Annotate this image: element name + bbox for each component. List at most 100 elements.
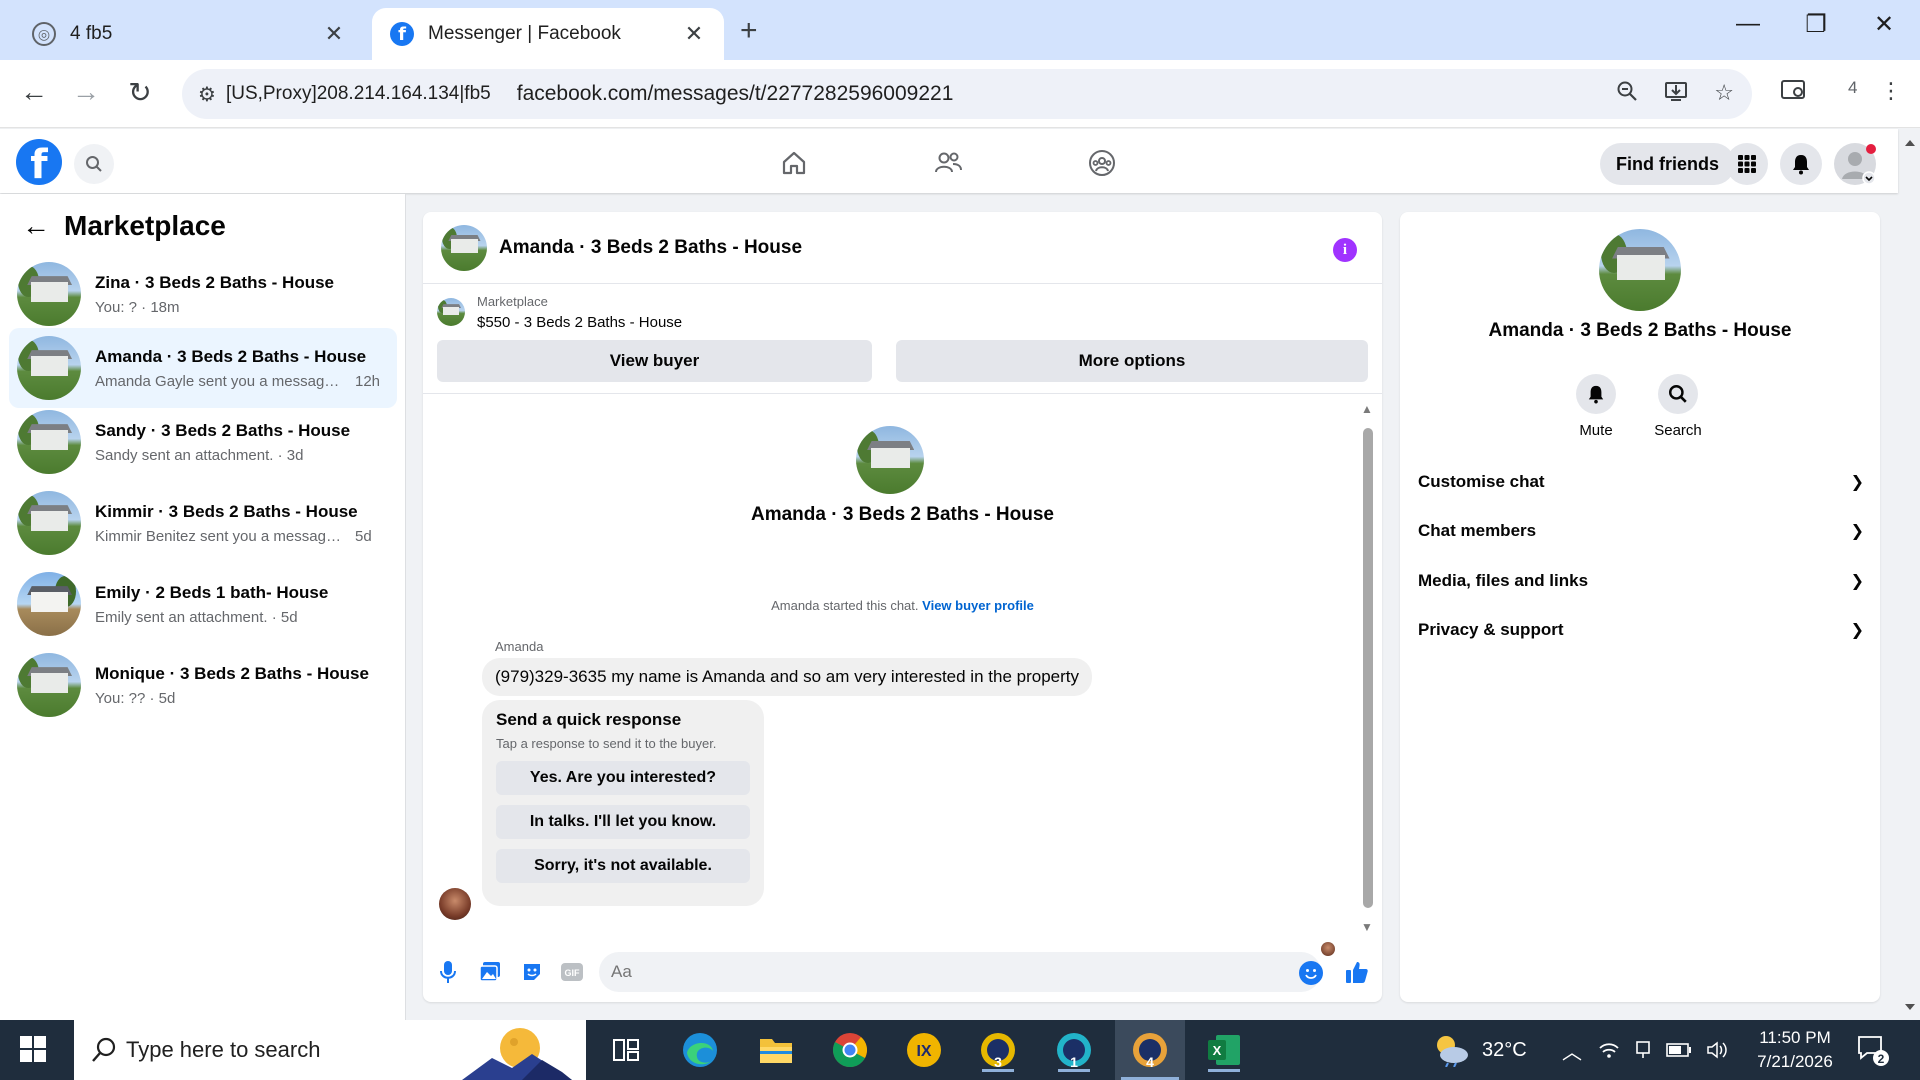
browser-tab-fb5[interactable]: ◎ 4 fb5 ✕ [14,8,364,60]
emoji-icon[interactable] [1299,961,1323,985]
menu-grid-icon[interactable] [1726,143,1768,185]
browser-tab-messenger[interactable]: f Messenger | Facebook ✕ [372,8,724,60]
thumbs-up-icon[interactable] [1343,959,1371,985]
chat-started-note: Amanda started this chat. View buyer pro… [423,598,1382,613]
quick-response-not-available-button[interactable]: Sorry, it's not available. [496,849,750,883]
photo-icon[interactable] [477,959,503,985]
quick-response-yes-button[interactable]: Yes. Are you interested? [496,761,750,795]
chat-info-panel: Amanda · 3 Beds 2 Baths - House Mute Sea… [1400,212,1880,1002]
search-in-chat-button[interactable]: Search [1648,374,1708,439]
conversation-preview: Sandy sent an attachment. · 3d [95,446,304,464]
media-files-links-section[interactable]: Media, files and links ❯ [1418,559,1864,603]
listing-thumbnail [17,336,81,400]
show-hidden-icons-chevron-icon[interactable]: ︿ [1562,1036,1582,1065]
back-arrow-icon[interactable]: ← [22,210,50,242]
chat-members-section[interactable]: Chat members ❯ [1418,509,1864,553]
wifi-icon[interactable] [1598,1040,1620,1060]
friends-icon[interactable] [928,143,968,183]
excel-icon[interactable]: X [1202,1028,1246,1072]
svg-text:IX: IX [916,1043,931,1060]
find-friends-button[interactable]: Find friends [1600,143,1735,185]
windows-start-icon[interactable] [20,1036,48,1064]
scroll-thumb[interactable] [1363,428,1373,908]
notifications-bell-icon[interactable] [1780,143,1822,185]
home-icon[interactable] [774,143,814,183]
section-label: Chat members [1418,521,1537,540]
profile-browser-icon-3[interactable]: 4 [1115,1020,1185,1080]
chat-title[interactable]: Amanda · 3 Beds 2 Baths - House [499,237,802,259]
running-indicator [982,1069,1014,1072]
taskbar-clock[interactable]: 11:50 PM 7/21/2026 [1740,1026,1850,1074]
reload-icon[interactable]: ↻ [120,76,160,109]
edge-browser-icon[interactable] [678,1028,722,1072]
intro-name: Amanda · 3 Beds 2 Baths - House [750,504,1055,525]
search-icon [92,1037,116,1062]
sticker-icon[interactable] [519,959,545,985]
scroll-down-icon[interactable]: ▼ [1361,920,1373,934]
profile-browser-icon-2[interactable]: 1 [1052,1028,1096,1072]
conversation-item-sandy[interactable]: Sandy · 3 Beds 2 Baths - House Sandy sen… [9,402,397,482]
file-explorer-icon[interactable] [754,1028,798,1072]
customise-chat-section[interactable]: Customise chat ❯ [1418,460,1864,504]
listing-title[interactable]: $550 - 3 Beds 2 Baths - House [477,314,682,331]
section-label: Media, files and links [1418,571,1589,590]
network-icon[interactable] [1634,1040,1652,1060]
browser-menu-icon[interactable]: ⋮ [1880,78,1902,104]
privacy-support-section[interactable]: Privacy & support ❯ [1418,608,1864,652]
url-text[interactable]: facebook.com/messages/t/2277282596009221 [517,82,954,106]
profile-avatar[interactable] [1834,143,1876,185]
sender-avatar[interactable] [439,888,471,920]
install-app-icon[interactable] [1664,80,1688,108]
facebook-favicon-icon: f [390,22,414,46]
notification-center-icon[interactable]: 2 [1856,1020,1890,1080]
zoom-icon[interactable] [1616,80,1638,108]
view-buyer-button[interactable]: View buyer [437,340,872,382]
bookmark-star-icon[interactable]: ☆ [1714,80,1734,108]
chat-avatar[interactable] [441,224,487,271]
close-tab-icon[interactable]: ✕ [322,21,346,47]
gif-icon[interactable]: GIF [559,959,585,985]
weather-widget[interactable]: 32°C [1432,1020,1527,1080]
minimize-icon[interactable]: — [1728,10,1768,38]
address-bar[interactable]: ⚙ [US,Proxy]208.214.164.134|fb5 facebook… [182,69,1752,119]
mute-button[interactable]: Mute [1566,374,1626,439]
volume-icon[interactable] [1706,1040,1728,1060]
search-icon [1669,385,1687,403]
listing-thumbnail [17,410,81,474]
groups-icon[interactable] [1082,143,1122,183]
close-tab-icon[interactable]: ✕ [682,21,706,47]
restore-icon[interactable]: ❐ [1796,10,1836,39]
conversation-item-emily[interactable]: Emily · 2 Beds 1 bath- House Emily sent … [9,564,397,644]
chrome-icon[interactable] [828,1028,872,1072]
conversation-item-amanda[interactable]: Amanda · 3 Beds 2 Baths - House Amanda G… [9,328,397,408]
more-options-button[interactable]: More options [896,340,1368,382]
quick-response-in-talks-button[interactable]: In talks. I'll let you know. [496,805,750,839]
page-scrollbar[interactable] [1900,130,1920,1020]
taskbar-search-box[interactable]: Type here to search [74,1020,586,1080]
new-tab-button[interactable]: + [740,14,758,48]
side-panel-icon[interactable] [1780,78,1808,108]
profile-browser-icon-1[interactable]: 3 [976,1028,1020,1072]
close-window-icon[interactable]: ✕ [1864,10,1904,39]
info-icon[interactable]: i [1333,238,1357,262]
facebook-logo[interactable]: f [16,139,62,185]
section-label: Privacy & support [1418,620,1564,639]
search-highlight-art [462,1028,572,1080]
extension-count[interactable]: 4 [1848,78,1857,98]
scroll-up-icon[interactable]: ▲ [1361,402,1373,416]
conversation-item-kimmir[interactable]: Kimmir · 3 Beds 2 Baths - House Kimmir B… [9,483,397,563]
message-input[interactable] [599,952,1321,992]
thread-scrollbar[interactable]: ▲ ▼ [1361,402,1375,934]
battery-icon[interactable] [1666,1043,1692,1057]
conversation-item-zina[interactable]: Zina · 3 Beds 2 Baths - House You: ? · 1… [9,254,397,334]
microphone-icon[interactable] [435,959,461,985]
task-view-icon[interactable] [604,1028,648,1072]
view-buyer-profile-link[interactable]: View buyer profile [922,598,1034,613]
site-settings-icon[interactable]: ⚙ [198,82,216,107]
conversation-item-monique[interactable]: Monique · 3 Beds 2 Baths - House You: ??… [9,645,397,725]
search-button[interactable] [74,144,114,184]
back-icon[interactable]: ← [14,76,54,108]
ixbrowser-icon[interactable]: IX [902,1028,946,1072]
forward-icon[interactable]: → [66,76,106,108]
app-badge: 1 [1070,1054,1078,1070]
